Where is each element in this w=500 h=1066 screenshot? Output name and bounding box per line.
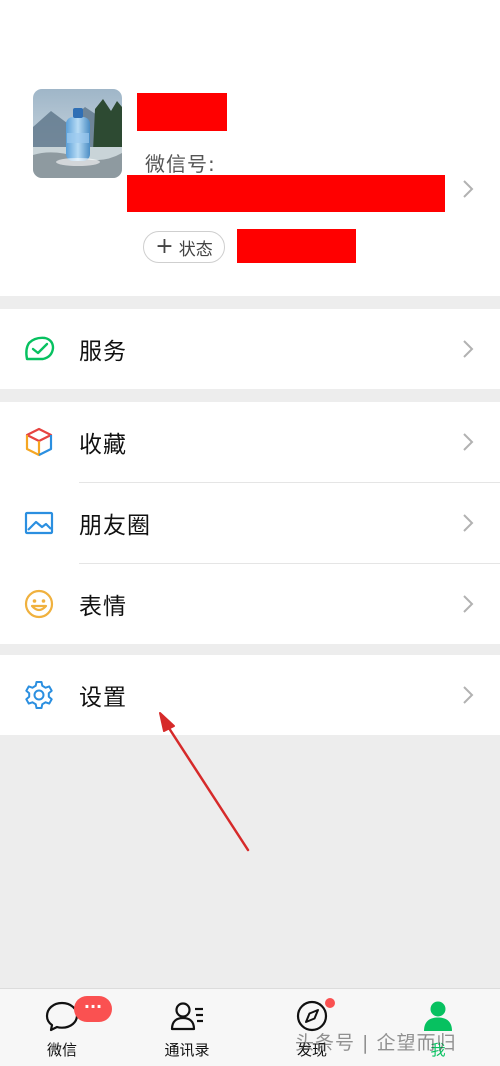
menu-item-stickers[interactable]: 表情 bbox=[0, 564, 500, 644]
tab-contacts[interactable]: 通讯录 bbox=[137, 989, 237, 1066]
menu-group-content: 收藏 朋友圈 表情 bbox=[0, 402, 500, 644]
menu-item-label: 朋友圈 bbox=[79, 513, 151, 539]
chevron-right-icon bbox=[463, 686, 474, 704]
chevron-right-icon bbox=[463, 514, 474, 532]
plus-icon: + bbox=[155, 234, 174, 259]
wallet-check-icon bbox=[25, 336, 55, 361]
chevron-right-icon bbox=[463, 433, 474, 451]
status-redaction bbox=[237, 229, 356, 263]
unread-badge: ··· bbox=[74, 996, 112, 1022]
new-dot-badge bbox=[325, 998, 335, 1008]
menu-item-favorites[interactable]: 收藏 bbox=[0, 402, 500, 482]
menu-item-label: 设置 bbox=[79, 685, 127, 711]
menu-item-settings[interactable]: 设置 bbox=[0, 655, 500, 735]
status-label: 状态 bbox=[178, 239, 213, 260]
menu-item-label: 表情 bbox=[79, 594, 127, 620]
wechat-id-redaction bbox=[127, 175, 445, 212]
contacts-icon bbox=[170, 1002, 203, 1031]
menu-group-services: 服务 bbox=[0, 309, 500, 389]
tab-label: 微信 bbox=[46, 1041, 77, 1059]
menu-group-settings: 设置 bbox=[0, 655, 500, 735]
menu-item-label: 收藏 bbox=[79, 432, 127, 458]
avatar[interactable] bbox=[33, 89, 122, 178]
chevron-right-icon bbox=[463, 340, 474, 358]
profile-header[interactable]: 微信号: + 状态 bbox=[0, 0, 500, 296]
tab-label: 通讯录 bbox=[164, 1041, 210, 1059]
smiley-icon bbox=[24, 589, 54, 619]
nickname-redaction bbox=[137, 93, 227, 131]
wechat-id-label: 微信号: bbox=[145, 152, 216, 176]
picture-icon bbox=[24, 511, 54, 535]
menu-item-moments[interactable]: 朋友圈 bbox=[0, 483, 500, 563]
chevron-right-icon bbox=[463, 595, 474, 613]
watermark: 头条号 | 企望而归 bbox=[295, 1032, 457, 1054]
menu-item-label: 服务 bbox=[79, 339, 127, 365]
cube-icon bbox=[25, 427, 53, 457]
add-status-button[interactable]: + 状态 bbox=[143, 231, 225, 263]
chevron-right-icon bbox=[463, 180, 474, 198]
menu-item-services[interactable]: 服务 bbox=[0, 309, 500, 389]
gear-icon bbox=[25, 681, 53, 709]
